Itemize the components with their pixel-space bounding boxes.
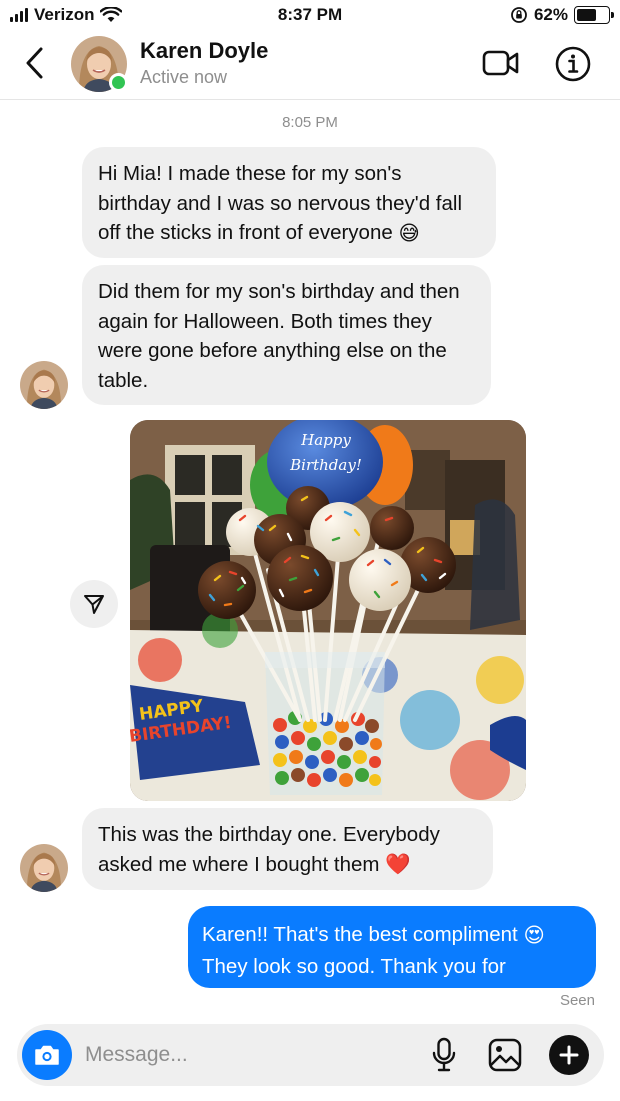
message-bubble-incoming[interactable]: This was the birthday one. Everybody ask… [82,808,493,890]
message-composer [17,1024,604,1086]
online-indicator [109,73,128,92]
balloon-text-1: Happy [300,431,351,449]
avatar-image [20,361,68,409]
avatar-image [20,844,68,892]
video-call-button[interactable] [481,46,521,80]
message-bubble-incoming[interactable]: Hi Mia! I made these for my son's birthd… [82,147,496,258]
heart-eyes-emoji: 😍 [523,924,545,948]
back-chevron-icon [26,47,43,79]
message-text: They look so good. Thank you for sharing… [202,955,506,1010]
battery-percent: 62% [533,5,568,24]
chat-timestamp: 8:05 PM [282,114,338,131]
gallery-icon [488,1038,522,1072]
message-text: Karen!! That's the best compliment [202,923,518,946]
contact-avatar-small[interactable] [20,361,68,409]
contact-status: Active now [140,67,228,87]
chat-header: Karen Doyle Active now [0,30,620,100]
info-icon [555,46,591,82]
outgoing-line-1: Karen!! That's the best compliment 😍 [202,919,582,951]
camera-icon [35,1045,59,1065]
plus-icon [559,1045,579,1065]
battery-icon [574,6,614,24]
share-button[interactable] [70,580,118,628]
battery-level [577,9,596,21]
contact-avatar-small[interactable] [20,844,68,892]
contact-name[interactable]: Karen Doyle [140,38,268,64]
status-bar: Verizon 8:37 PM 62% [0,0,620,30]
photo-message[interactable]: Happy Birthday! HAPPY BIRTHDAY! [130,420,526,801]
sweat-smile-emoji: 😅 [398,221,420,245]
balloon-text-2: Birthday! [289,456,362,474]
more-options-button[interactable] [549,1035,589,1075]
orientation-lock-icon [511,7,527,23]
status-right: 62% [510,5,614,25]
info-button[interactable] [555,46,591,82]
cake-pops-photo: Happy Birthday! HAPPY BIRTHDAY! [130,420,526,801]
message-text: Did them for my son's birthday and then … [98,280,460,392]
red-heart-emoji: ❤️ [385,853,411,877]
gallery-button[interactable] [487,1037,523,1073]
voice-message-button[interactable] [430,1036,458,1074]
seen-receipt: Seen [559,992,595,1009]
microphone-icon [432,1037,456,1072]
send-icon [84,595,104,614]
video-call-icon [482,50,519,76]
message-input[interactable] [85,1038,405,1072]
camera-button[interactable] [22,1030,72,1080]
back-button[interactable] [20,46,50,80]
message-bubble-outgoing[interactable]: Karen!! That's the best compliment 😍 The… [188,906,596,1009]
message-bubble-incoming[interactable]: Did them for my son's birthday and then … [82,265,491,405]
